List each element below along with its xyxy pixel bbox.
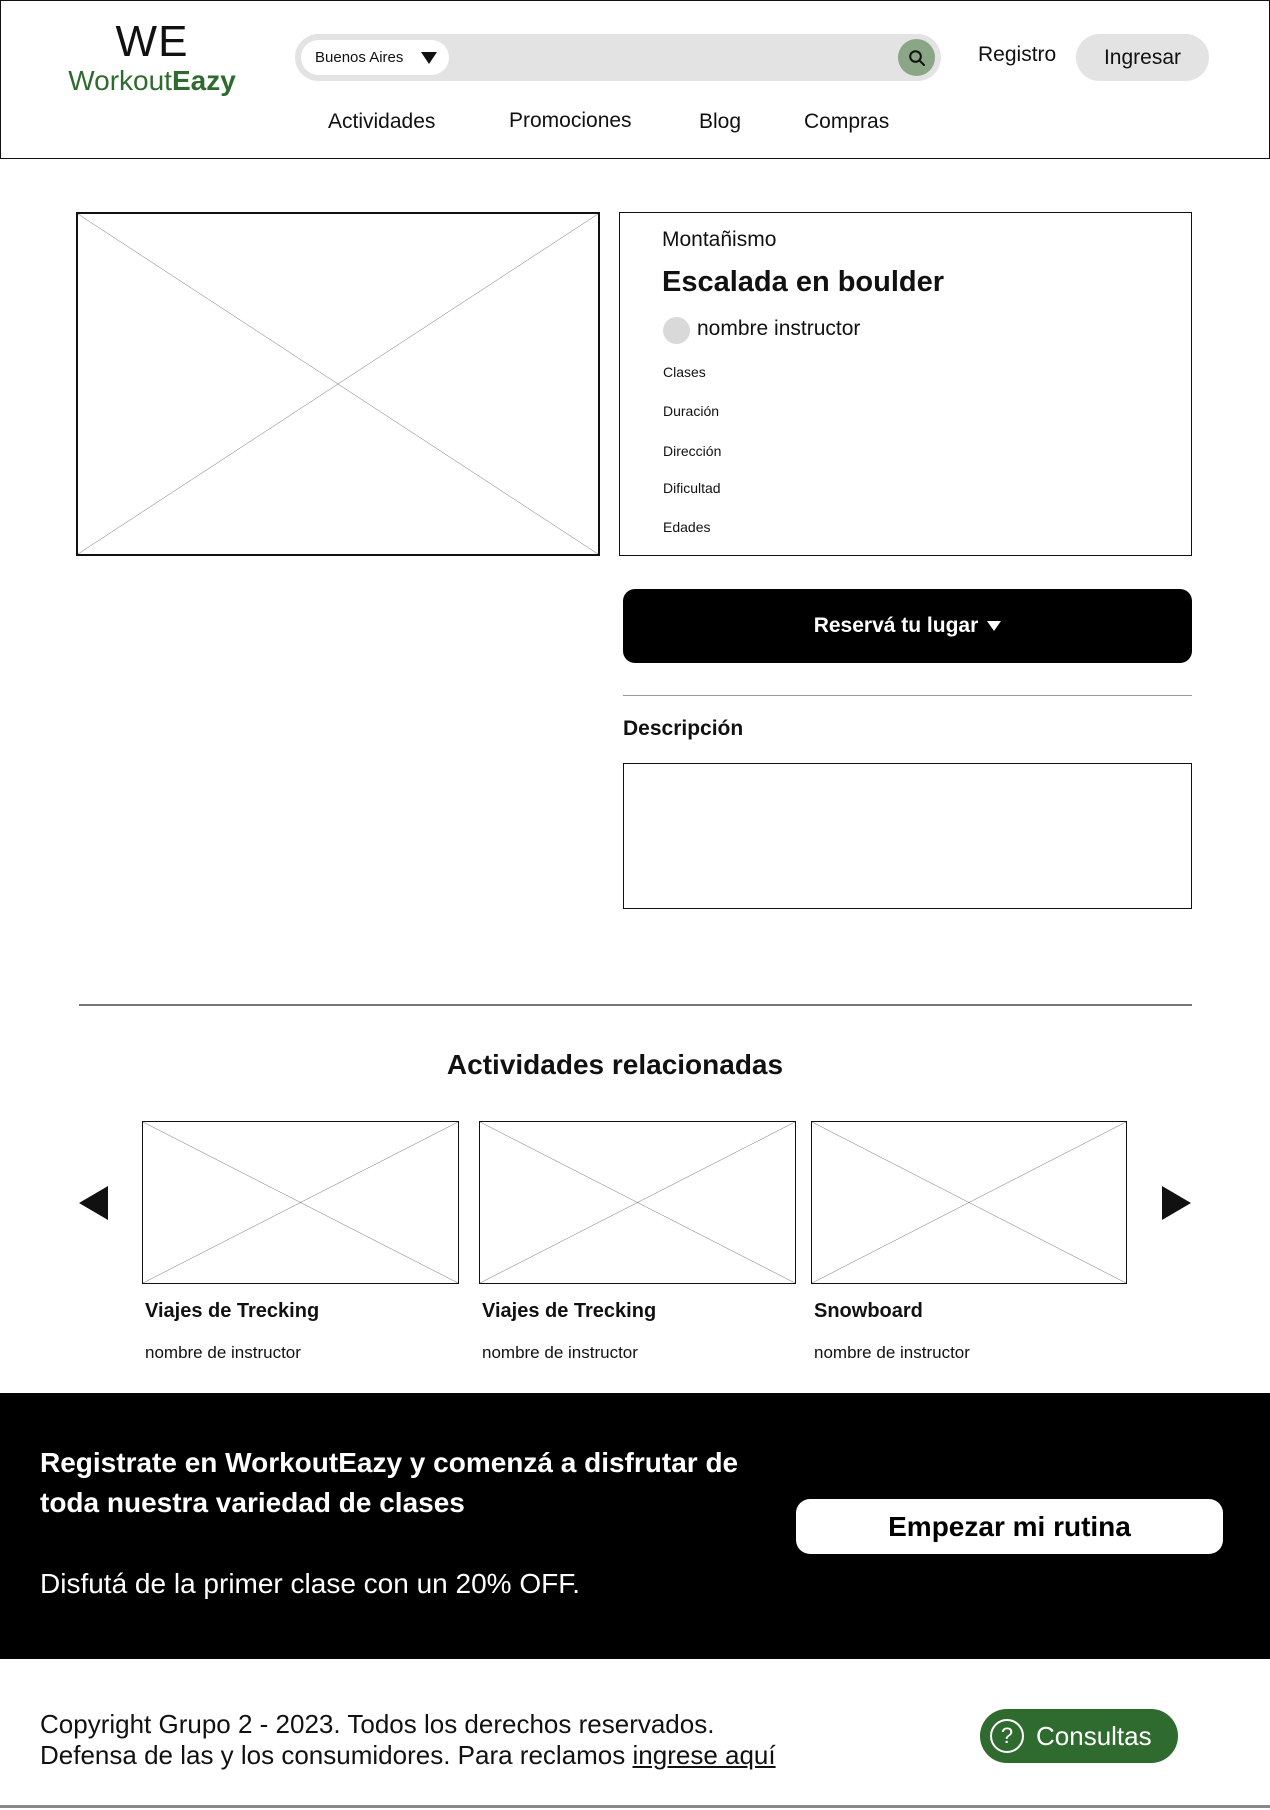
activity-image-placeholder [76, 212, 600, 556]
image-placeholder-icon [480, 1122, 795, 1283]
instructor-name[interactable]: nombre instructor [697, 317, 860, 341]
related-card-image[interactable] [142, 1121, 459, 1284]
image-placeholder-icon [143, 1122, 458, 1283]
divider [623, 695, 1192, 696]
nav-blog[interactable]: Blog [699, 110, 741, 134]
nav-compras[interactable]: Compras [804, 110, 889, 134]
nav-promociones[interactable]: Promociones [509, 109, 632, 133]
image-placeholder-icon [78, 214, 598, 554]
attr-duracion: Duración [663, 403, 720, 419]
question-icon: ? [990, 1719, 1024, 1753]
activity-title: Escalada en boulder [662, 266, 945, 298]
description-box [623, 763, 1192, 909]
start-routine-button[interactable]: Empezar mi rutina [796, 1499, 1223, 1554]
divider [79, 1004, 1192, 1006]
site-footer: Copyright Grupo 2 - 2023. Todos los dere… [0, 1659, 1270, 1808]
attr-dificultad: Dificultad [663, 480, 721, 496]
image-placeholder-icon [812, 1122, 1126, 1283]
description-label: Descripción [623, 717, 744, 740]
arrow-left-icon[interactable] [79, 1186, 108, 1220]
signup-banner: Registrate en WorkoutEazy y comenzá a di… [0, 1393, 1270, 1659]
logo-word-bold: Eazy [171, 65, 236, 96]
reserve-button-label: Reservá tu lugar [813, 614, 979, 637]
location-label: Buenos Aires [315, 49, 404, 66]
consultas-button[interactable]: ? Consultas [980, 1709, 1178, 1763]
nav-actividades[interactable]: Actividades [328, 110, 435, 134]
attr-direccion: Dirección [663, 443, 722, 459]
related-card-title[interactable]: Snowboard [814, 1300, 923, 1323]
activity-info-card: Montañismo Escalada en boulder nombre in… [619, 212, 1192, 556]
arrow-right-icon[interactable] [1162, 1186, 1191, 1220]
related-title: Actividades relacionadas [446, 1049, 784, 1080]
related-card-instructor: nombre de instructor [145, 1343, 301, 1362]
consumer-defense-text: Defensa de las y los consumidores. Para … [40, 1740, 776, 1771]
reserve-button[interactable]: Reservá tu lugar [623, 589, 1192, 663]
search-button[interactable] [898, 39, 935, 76]
activity-category: Montañismo [662, 228, 777, 251]
logo-monogram: WE [115, 17, 189, 66]
instructor-avatar [663, 317, 690, 344]
login-button[interactable]: Ingresar [1076, 34, 1209, 81]
location-select[interactable]: Buenos Aires [301, 40, 449, 75]
consultas-label: Consultas [1036, 1720, 1152, 1751]
search-input[interactable] [455, 40, 885, 75]
logo[interactable]: WE WorkoutEazy [67, 19, 237, 97]
logo-wordmark: WorkoutEazy [67, 65, 237, 97]
site-header: WE WorkoutEazy Buenos Aires Registro Ing… [0, 0, 1270, 159]
search-bar: Buenos Aires [295, 34, 941, 81]
search-icon [908, 49, 925, 66]
copyright-text: Copyright Grupo 2 - 2023. Todos los dere… [40, 1709, 715, 1739]
related-card-title[interactable]: Viajes de Trecking [482, 1300, 656, 1323]
caret-down-icon [987, 621, 1002, 631]
related-card-image[interactable] [811, 1121, 1127, 1284]
claims-link[interactable]: ingrese aquí [633, 1740, 776, 1770]
related-card-instructor: nombre de instructor [482, 1343, 638, 1362]
logo-word-light: Workout [68, 65, 172, 96]
related-card-title[interactable]: Viajes de Trecking [145, 1300, 319, 1323]
attr-edades: Edades [663, 519, 711, 535]
related-card-instructor: nombre de instructor [814, 1343, 970, 1362]
related-card-image[interactable] [479, 1121, 796, 1284]
caret-down-icon [421, 52, 437, 64]
register-link[interactable]: Registro [978, 43, 1056, 67]
consumer-defense-label: Defensa de las y los consumidores. Para … [40, 1740, 633, 1770]
attr-clases: Clases [663, 364, 706, 380]
banner-heading: Registrate en WorkoutEazy y comenzá a di… [40, 1447, 739, 1518]
banner-subtext: Disfutá de la primer clase con un 20% OF… [40, 1568, 581, 1599]
